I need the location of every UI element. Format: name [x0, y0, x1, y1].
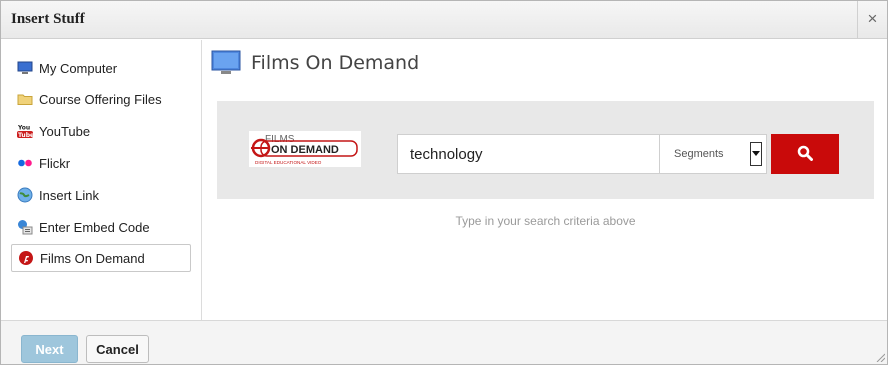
search-icon: [797, 145, 813, 164]
svg-text:DIGITAL EDUCATIONAL VIDEO: DIGITAL EDUCATIONAL VIDEO: [255, 160, 322, 165]
sidebar-item-label: Enter Embed Code: [39, 219, 150, 235]
sidebar-item-flickr[interactable]: Flickr: [11, 149, 191, 177]
sidebar-item-insert-link[interactable]: Insert Link: [11, 181, 191, 209]
next-button[interactable]: Next: [21, 335, 78, 363]
page-title: Films On Demand: [251, 52, 420, 74]
search-input[interactable]: [397, 134, 659, 174]
main-header: Films On Demand: [211, 46, 419, 80]
svg-text:ON DEMAND: ON DEMAND: [271, 144, 339, 156]
search-button[interactable]: [771, 134, 839, 174]
flickr-icon: [17, 155, 33, 171]
monitor-icon: [211, 50, 241, 76]
sidebar-item-label: My Computer: [39, 60, 118, 76]
films-on-demand-logo: FILMS ON DEMAND DIGITAL EDUCATIONAL VIDE…: [249, 131, 361, 167]
sidebar-item-label: Course Offering Files: [39, 91, 162, 107]
insert-stuff-dialog: Insert Stuff × My Computer Course Offeri…: [0, 0, 888, 365]
sidebar-item-label: YouTube: [39, 123, 91, 139]
youtube-icon: You Tube: [17, 123, 33, 139]
sidebar-item-enter-embed-code[interactable]: Enter Embed Code: [11, 213, 191, 241]
sidebar: My Computer Course Offering Files You Tub…: [1, 40, 202, 320]
close-icon[interactable]: ×: [857, 1, 887, 39]
search-panel: FILMS ON DEMAND DIGITAL EDUCATIONAL VIDE…: [217, 101, 874, 199]
sidebar-item-my-computer[interactable]: My Computer: [11, 54, 191, 82]
globe-link-icon: [17, 187, 33, 203]
search-type-select[interactable]: Segments: [659, 134, 767, 174]
sidebar-item-label: Flickr: [39, 155, 71, 171]
svg-text:You: You: [17, 125, 30, 132]
folder-icon: [17, 91, 33, 107]
sidebar-item-course-offering-files[interactable]: Course Offering Files: [11, 85, 191, 113]
dialog-title: Insert Stuff: [11, 11, 85, 27]
resize-handle-icon[interactable]: [875, 352, 885, 362]
embed-code-icon: [17, 219, 33, 235]
sidebar-item-youtube[interactable]: You Tube YouTube: [11, 117, 191, 145]
main-panel: Films On Demand FILMS ON DEMAND DIGITAL …: [203, 40, 887, 320]
chevron-down-icon[interactable]: [750, 142, 762, 166]
sidebar-item-label: Insert Link: [39, 187, 99, 203]
search-hint: Type in your search criteria above: [455, 214, 636, 228]
sidebar-item-label: Films On Demand: [40, 250, 145, 266]
select-value: Segments: [674, 148, 724, 160]
monitor-icon: [17, 60, 33, 76]
films-on-demand-icon: [18, 250, 34, 266]
svg-text:Tube: Tube: [18, 132, 33, 139]
dialog-footer: Next Cancel: [1, 320, 887, 364]
cancel-button[interactable]: Cancel: [86, 335, 149, 363]
sidebar-item-films-on-demand[interactable]: Films On Demand: [11, 244, 191, 272]
dialog-titlebar: Insert Stuff ×: [1, 1, 887, 39]
